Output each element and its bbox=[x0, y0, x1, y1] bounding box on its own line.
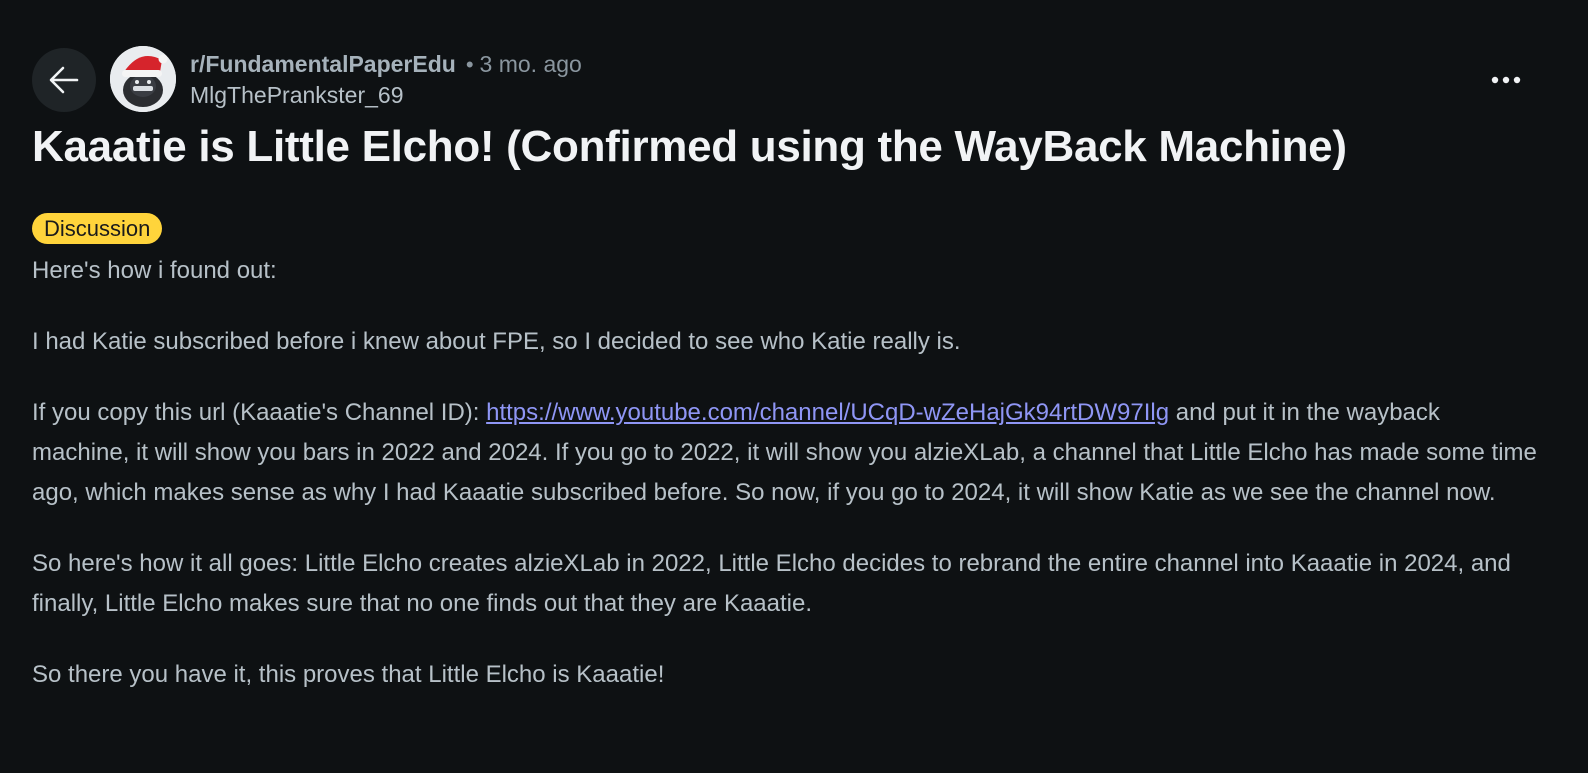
body-paragraph-3: If you copy this url (Kaaatie's Channel … bbox=[32, 393, 1542, 513]
author-username[interactable]: MlgThePrankster_69 bbox=[190, 81, 582, 109]
body-paragraph-5: So there you have it, this proves that L… bbox=[32, 661, 665, 688]
arrow-left-icon bbox=[49, 66, 79, 94]
post-flair[interactable]: Discussion bbox=[32, 213, 163, 244]
body-paragraph-1: Here's how i found out: bbox=[32, 257, 277, 284]
meta-separator: • bbox=[465, 52, 474, 77]
post-title: Kaaatie is Little Elcho! (Confirmed usin… bbox=[32, 122, 1347, 171]
post-time: 3 mo. ago bbox=[479, 51, 582, 77]
post-body: Here's how i found out: I had Katie subs… bbox=[32, 251, 1542, 695]
user-avatar bbox=[110, 46, 176, 112]
more-options-button[interactable] bbox=[1486, 64, 1526, 96]
post-meta-line: r/FundamentalPaperEdu • 3 mo. ago bbox=[190, 50, 582, 79]
back-button[interactable] bbox=[32, 48, 96, 112]
channel-url-link[interactable]: https://www.youtube.com/channel/UCqD-wZe… bbox=[486, 399, 1169, 426]
post-page: r/FundamentalPaperEdu • 3 mo. ago MlgThe… bbox=[0, 0, 1588, 773]
subreddit-link[interactable]: r/FundamentalPaperEdu bbox=[190, 50, 456, 78]
more-horizontal-icon bbox=[1491, 76, 1521, 84]
avatar[interactable] bbox=[110, 46, 176, 112]
body-paragraph-4: So here's how it all goes: Little Elcho … bbox=[32, 550, 1511, 617]
body-paragraph-2: I had Katie subscribed before i knew abo… bbox=[32, 328, 961, 355]
body-paragraph-3-start: If you copy this url (Kaaatie's Channel … bbox=[32, 399, 487, 426]
post-meta: r/FundamentalPaperEdu • 3 mo. ago MlgThe… bbox=[190, 50, 582, 109]
